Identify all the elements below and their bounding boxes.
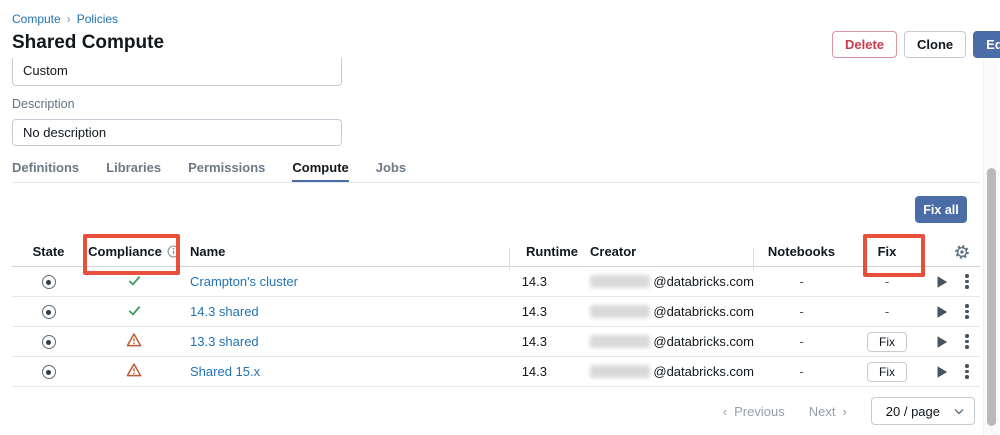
breadcrumb: Compute › Policies xyxy=(12,12,118,26)
compliance-header-label: Compliance xyxy=(88,244,162,259)
edit-button[interactable]: Edit xyxy=(973,31,1000,58)
col-header-creator[interactable]: Creator xyxy=(580,244,754,259)
cluster-name-link[interactable]: 14.3 shared xyxy=(190,304,259,319)
cluster-state-icon xyxy=(42,275,56,289)
chevron-right-icon: › xyxy=(67,12,71,26)
chevron-right-icon: › xyxy=(842,404,846,419)
fix-button[interactable]: Fix xyxy=(867,362,907,382)
creator-domain: @databricks.com xyxy=(653,304,754,319)
table-row: 14.3 shared 14.3 @databricks.com - - xyxy=(12,297,980,327)
breadcrumb-compute[interactable]: Compute xyxy=(12,12,61,26)
tab-compute[interactable]: Compute xyxy=(292,160,348,183)
page-size-select[interactable]: 20 / page xyxy=(871,397,975,425)
scrollbar-thumb[interactable] xyxy=(987,168,996,426)
cluster-name-link[interactable]: Shared 15.x xyxy=(190,364,260,379)
col-header-state[interactable]: State xyxy=(12,244,85,259)
tab-permissions[interactable]: Permissions xyxy=(188,160,265,183)
start-cluster-icon[interactable] xyxy=(934,304,950,320)
kebab-menu-icon[interactable] xyxy=(963,362,971,381)
kebab-menu-icon[interactable] xyxy=(963,302,971,321)
kebab-menu-icon[interactable] xyxy=(963,272,971,291)
description-field[interactable] xyxy=(12,119,342,146)
col-header-fix[interactable]: Fix xyxy=(849,244,925,259)
notebooks-value: - xyxy=(754,274,849,289)
shared-compute-policy-page: Compute › Policies Shared Compute Delete… xyxy=(0,0,1000,435)
header-actions: Delete Clone Edit xyxy=(832,31,1000,58)
creator-domain: @databricks.com xyxy=(653,274,754,289)
table-row: Crampton's cluster 14.3 @databricks.com … xyxy=(12,267,980,297)
col-header-name[interactable]: Name xyxy=(183,244,510,259)
delete-button[interactable]: Delete xyxy=(832,31,897,58)
tab-libraries[interactable]: Libraries xyxy=(106,160,161,183)
col-header-notebooks[interactable]: Notebooks xyxy=(754,244,849,259)
previous-page-button[interactable]: ‹ Previous xyxy=(723,404,785,419)
start-cluster-icon[interactable] xyxy=(934,334,950,350)
tab-jobs[interactable]: Jobs xyxy=(376,160,406,183)
tabs-divider xyxy=(12,182,980,183)
pagination: ‹ Previous Next › 20 / page xyxy=(0,397,975,425)
compliance-ok-icon xyxy=(127,303,142,318)
compliance-warning-icon xyxy=(126,362,142,378)
notebooks-value: - xyxy=(754,334,849,349)
page-title: Shared Compute xyxy=(12,32,164,54)
fix-all-button[interactable]: Fix all xyxy=(915,196,967,223)
start-cluster-icon[interactable] xyxy=(934,364,950,380)
runtime-value: 14.3 xyxy=(510,364,580,379)
notebooks-value: - xyxy=(754,304,849,319)
creator-domain: @databricks.com xyxy=(653,334,754,349)
creator-domain: @databricks.com xyxy=(653,364,754,379)
redacted-username xyxy=(590,335,650,348)
notebooks-value: - xyxy=(754,364,849,379)
runtime-value: 14.3 xyxy=(510,274,580,289)
policy-family-field[interactable]: Custom xyxy=(12,58,342,86)
cluster-state-icon xyxy=(42,365,56,379)
start-cluster-icon[interactable] xyxy=(934,274,950,290)
info-icon[interactable] xyxy=(167,245,180,258)
fix-button[interactable]: Fix xyxy=(867,332,907,352)
cluster-state-icon xyxy=(42,305,56,319)
compliance-warning-icon xyxy=(126,332,142,348)
previous-label: Previous xyxy=(734,404,785,419)
redacted-username xyxy=(590,275,650,288)
table-header-row: State Compliance Name Runtime Creator No… xyxy=(12,237,980,267)
runtime-value: 14.3 xyxy=(510,334,580,349)
cluster-name-link[interactable]: 13.3 shared xyxy=(190,334,259,349)
table-row: Shared 15.x 14.3 @databricks.com - Fix xyxy=(12,357,980,387)
kebab-menu-icon[interactable] xyxy=(963,332,971,351)
runtime-value: 14.3 xyxy=(510,304,580,319)
compliance-ok-icon xyxy=(127,273,142,288)
chevron-down-icon xyxy=(954,408,964,415)
clone-button[interactable]: Clone xyxy=(904,31,966,58)
fix-value: - xyxy=(849,304,925,319)
col-header-runtime[interactable]: Runtime xyxy=(510,244,580,259)
table-row: 13.3 shared 14.3 @databricks.com - Fix xyxy=(12,327,980,357)
chevron-left-icon: ‹ xyxy=(723,404,727,419)
cluster-state-icon xyxy=(42,335,56,349)
tab-definitions[interactable]: Definitions xyxy=(12,160,79,183)
description-label: Description xyxy=(12,97,75,111)
breadcrumb-policies[interactable]: Policies xyxy=(77,12,118,26)
col-header-compliance[interactable]: Compliance xyxy=(85,244,183,259)
fix-value: - xyxy=(849,274,925,289)
tab-bar: Definitions Libraries Permissions Comput… xyxy=(12,160,406,183)
compute-table: State Compliance Name Runtime Creator No… xyxy=(12,237,980,387)
next-page-button[interactable]: Next › xyxy=(809,404,847,419)
cluster-name-link[interactable]: Crampton's cluster xyxy=(190,274,298,289)
redacted-username xyxy=(590,305,650,318)
next-label: Next xyxy=(809,404,836,419)
gear-icon[interactable] xyxy=(954,244,970,260)
redacted-username xyxy=(590,365,650,378)
page-size-value: 20 / page xyxy=(886,404,940,419)
